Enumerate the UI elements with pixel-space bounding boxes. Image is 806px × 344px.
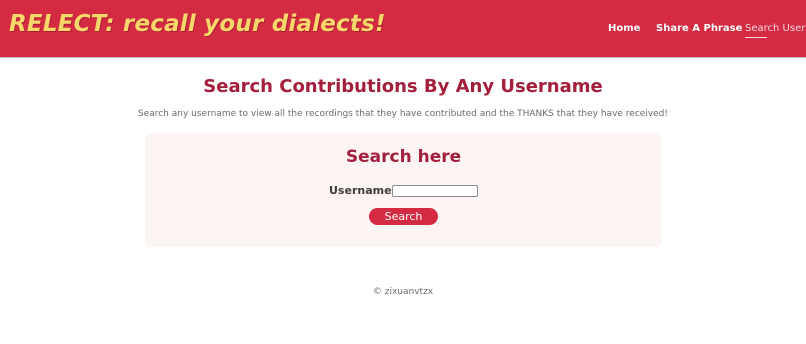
site-logo-title[interactable]: RELECT: recall your dialects! bbox=[9, 11, 386, 37]
top-navbar: RELECT: recall your dialects! Home Share… bbox=[0, 0, 806, 58]
active-nav-underline bbox=[745, 37, 767, 38]
nav-share-phrase-link[interactable]: Share A Phrase bbox=[656, 23, 742, 35]
search-card: Search here Username: Search bbox=[145, 133, 662, 247]
page-title: Search Contributions By Any Username bbox=[203, 76, 603, 97]
username-label: Username: bbox=[329, 184, 396, 197]
page-description: Search any username to view all the reco… bbox=[137, 109, 669, 119]
nav-home-link[interactable]: Home bbox=[608, 23, 640, 35]
search-card-title: Search here bbox=[345, 147, 462, 167]
footer-copyright: © zixuanvtzx bbox=[372, 287, 434, 297]
username-input[interactable] bbox=[392, 185, 478, 197]
nav-search-user-link[interactable]: Search User bbox=[745, 23, 805, 35]
search-button[interactable]: Search bbox=[369, 208, 438, 225]
